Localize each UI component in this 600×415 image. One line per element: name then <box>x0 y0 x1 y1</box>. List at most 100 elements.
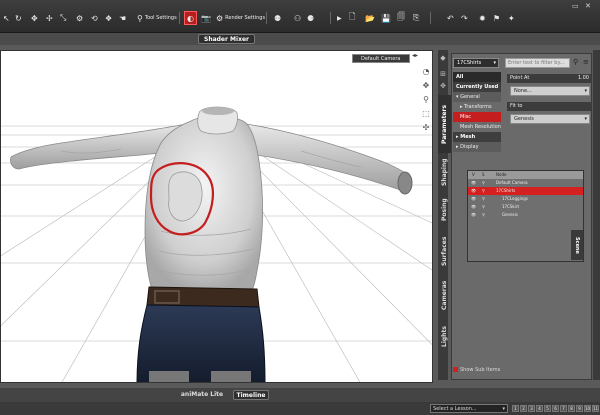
open-icon[interactable]: 📂 <box>365 11 375 25</box>
category-item[interactable]: ▸ Transforms <box>453 102 501 112</box>
geometry-icon[interactable]: ❖ <box>105 11 112 25</box>
tab-parameters[interactable]: Parameters <box>438 95 451 153</box>
eye-icon[interactable]: 👁 <box>471 179 476 187</box>
tab-scene[interactable]: Scene <box>571 230 583 260</box>
scene-row[interactable]: 👁 ⚲ 17CSkirt <box>468 203 583 211</box>
lesson-page-button[interactable]: 11 <box>592 405 599 412</box>
zoom-icon[interactable]: ⚲ <box>421 95 431 105</box>
merge-icon[interactable]: 🗐 <box>397 11 405 25</box>
lesson-page-button[interactable]: 8 <box>568 405 575 412</box>
lesson-page-button[interactable]: 1 <box>512 405 519 412</box>
tab-cameras[interactable]: Cameras <box>438 273 451 317</box>
save-icon[interactable]: 💾 <box>381 11 391 25</box>
category-item[interactable]: Mesh Resolution <box>453 122 501 132</box>
universal-icon[interactable]: ✥ <box>31 11 38 25</box>
shader-mixer-tab[interactable]: Shader Mixer <box>198 34 255 44</box>
tool-settings-button[interactable]: ⚲ Tool Settings <box>137 11 177 25</box>
viewport-collapse-icon[interactable]: ◂▸ <box>412 52 418 59</box>
node-icon[interactable]: ⚙ <box>76 11 83 25</box>
node-select-icon[interactable]: ⊞ <box>439 70 447 78</box>
move-icon[interactable]: ✢ <box>46 11 53 25</box>
redo-icon[interactable]: ↷ <box>461 11 468 25</box>
render-icon[interactable]: ◐ <box>184 11 197 25</box>
surface-icon[interactable]: ⟲ <box>91 11 98 25</box>
point-at-group: Point At 1.00 None... <box>507 74 592 96</box>
lesson-select[interactable]: Select a Lesson... ▾ <box>430 404 508 413</box>
scale-icon[interactable]: ⤡ <box>60 11 66 25</box>
lesson-page-button[interactable]: 6 <box>552 405 559 412</box>
category-item[interactable]: ▸ Mesh Smoothing <box>453 132 501 150</box>
new-file-icon[interactable]: 🗋 <box>349 11 355 25</box>
figure-icon[interactable]: ⚇ <box>294 11 301 25</box>
scene-row[interactable]: 👁 ⚲ 17CLeggings <box>468 195 583 203</box>
right-pane-strip <box>593 50 600 380</box>
node-select[interactable]: 17CShirts ▾ <box>453 58 499 68</box>
scene-col-node: Node <box>496 172 507 177</box>
tab-surfaces[interactable]: Surfaces <box>438 229 451 273</box>
lesson-page-button[interactable]: 4 <box>536 405 543 412</box>
search-icon[interactable]: ⚲ <box>573 58 578 66</box>
content-icon[interactable]: ⚉ <box>274 11 281 25</box>
select-icon[interactable]: ⚲ <box>482 179 485 187</box>
lesson-page-button[interactable]: 10 <box>584 405 591 412</box>
select-icon[interactable]: ⚲ <box>482 195 485 203</box>
camera-render-icon[interactable]: 📷 <box>201 11 211 25</box>
menu-icon[interactable]: ≡ <box>583 58 589 66</box>
frame-icon[interactable]: ⬚ <box>421 109 431 119</box>
category-item[interactable]: Currently Used <box>453 82 501 92</box>
morph-icon[interactable]: ☚ <box>119 11 126 25</box>
filter-input[interactable]: Enter text to filter by... <box>505 58 570 68</box>
show-sub-items[interactable]: Show Sub Items <box>453 367 500 373</box>
pointer-icon[interactable]: ↖ <box>3 11 10 25</box>
figure-options-icon[interactable]: ⚈ <box>307 11 314 25</box>
eye-icon[interactable]: 👁 <box>471 187 476 195</box>
minimize-icon[interactable]: ▭ <box>572 2 579 10</box>
tab-lights[interactable]: Lights <box>438 317 451 357</box>
lesson-page-button[interactable]: 9 <box>576 405 583 412</box>
pane-options-icon[interactable]: ◆ <box>439 54 447 62</box>
roll-icon[interactable]: ✣ <box>421 123 431 133</box>
select-icon[interactable]: ⚲ <box>482 211 485 219</box>
point-at-select[interactable]: None... <box>510 86 590 96</box>
scene-row[interactable]: 👁 ⚲ 17CShirts <box>468 187 583 195</box>
play-icon[interactable]: ▶ <box>337 11 342 25</box>
3d-viewport[interactable]: Default Camera ◂▸ ◔ ✥ ⚲ ⬚ ✣ <box>0 50 433 383</box>
undo-icon[interactable]: ↶ <box>447 11 454 25</box>
lesson-page-button[interactable]: 3 <box>528 405 535 412</box>
tab-shaping[interactable]: Shaping <box>438 153 451 191</box>
category-item[interactable]: ▾ General <box>453 92 501 102</box>
category-item[interactable]: ▸ Display <box>453 142 501 152</box>
panel-tabs: Parameters Shaping Posing Surfaces Camer… <box>438 95 451 380</box>
export-icon[interactable]: ⎘ <box>413 11 419 25</box>
category-item[interactable]: Misc <box>453 112 501 122</box>
eye-icon[interactable]: 👁 <box>471 211 476 219</box>
point-at-value: 1.00 <box>577 75 589 81</box>
rotate-icon[interactable]: ↻ <box>15 11 22 25</box>
category-item[interactable]: All <box>453 72 501 82</box>
scene-row[interactable]: 👁 ⚲ Default Camera <box>468 179 583 187</box>
fit-to-select[interactable]: Genesis <box>510 114 590 124</box>
render-settings-button[interactable]: ⚙ Render Settings <box>216 11 265 25</box>
light-options-icon[interactable]: ✦ <box>508 11 515 25</box>
camera-select[interactable]: Default Camera <box>352 54 410 63</box>
lesson-page-button[interactable]: 7 <box>560 405 567 412</box>
scene-row[interactable]: 👁 ⚲ Genesis <box>468 211 583 219</box>
fit-to-label: Fit to <box>510 103 523 109</box>
tab-animate-lite[interactable]: aniMate Lite <box>176 390 228 400</box>
pan-icon[interactable]: ✥ <box>421 81 431 91</box>
scene-header: V S Node <box>468 171 583 179</box>
select-icon[interactable]: ⚲ <box>482 203 485 211</box>
show-sub-items-checkbox[interactable] <box>453 367 458 372</box>
lesson-page-button[interactable]: 2 <box>520 405 527 412</box>
eye-icon[interactable]: 👁 <box>471 203 476 211</box>
close-icon[interactable]: ✕ <box>585 2 591 10</box>
select-icon[interactable]: ⚲ <box>482 187 485 195</box>
tab-posing[interactable]: Posing <box>438 191 451 229</box>
universal-small-icon[interactable]: ✥ <box>439 82 447 90</box>
tab-timeline[interactable]: Timeline <box>233 390 269 400</box>
lesson-page-button[interactable]: 5 <box>544 405 551 412</box>
light-icon[interactable]: ✹ <box>479 11 486 25</box>
stage-icon[interactable]: ⚑ <box>493 11 500 25</box>
eye-icon[interactable]: 👁 <box>471 195 476 203</box>
orbit-icon[interactable]: ◔ <box>421 67 431 77</box>
